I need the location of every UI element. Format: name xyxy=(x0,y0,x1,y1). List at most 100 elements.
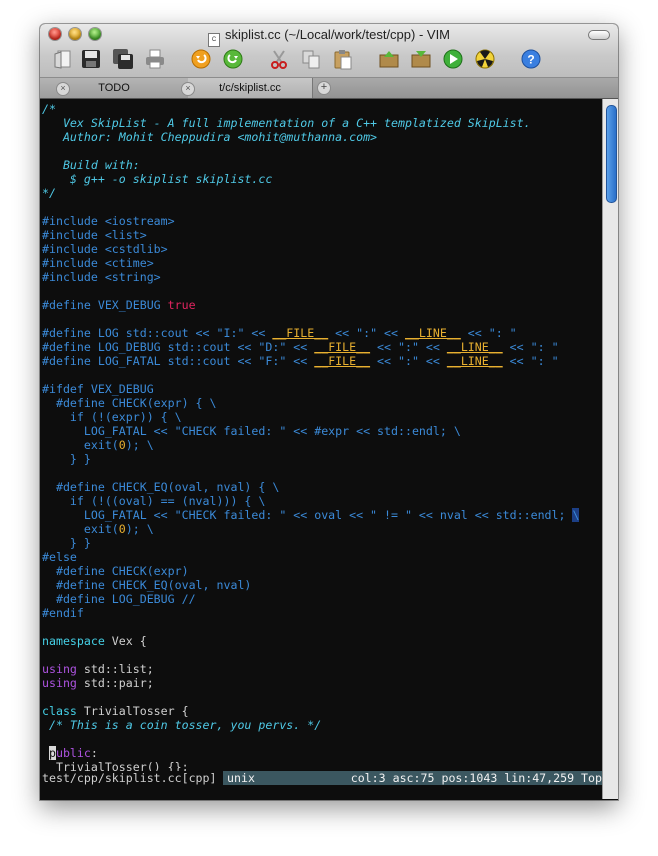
code-token: /* xyxy=(42,102,56,116)
text-cursor: p xyxy=(48,746,56,760)
code-token: << ":" << xyxy=(370,354,447,368)
tab-label: t/c/skiplist.cc xyxy=(219,82,281,94)
code-token: std::list; xyxy=(76,662,154,676)
code-token: << ":" << xyxy=(328,326,405,340)
redo-icon[interactable] xyxy=(222,48,244,70)
code-token: #include <list> xyxy=(42,228,147,242)
vim-window: Cskiplist.cc (~/Local/work/test/cpp) - V… xyxy=(40,24,618,800)
code-line: #define CHECK_EQ(oval, nval) xyxy=(42,578,251,592)
code-line: LOG_FATAL << "CHECK failed: " << oval <<… xyxy=(42,508,580,522)
code-token: #include <ctime> xyxy=(42,256,154,270)
code-line: #endif xyxy=(42,606,84,620)
code-token: LOG_FATAL << "CHECK failed: " << #expr <… xyxy=(42,424,461,438)
code-token: } } xyxy=(42,536,91,550)
code-token: ublic xyxy=(55,746,91,760)
code-token: #define CHECK_EQ(oval, nval) xyxy=(42,578,252,592)
code-token: << ": " xyxy=(502,354,559,368)
code-token: #define VEX_DEBUG xyxy=(42,298,168,312)
code-line: #define CHECK(expr) { \ xyxy=(42,396,217,410)
status-line: test/cpp/skiplist.cc[cpp] unix col:3 asc… xyxy=(40,771,602,785)
code-line: TrivialTosser() {}; xyxy=(42,760,189,771)
scrollbar[interactable] xyxy=(602,99,618,799)
code-token: exit( xyxy=(42,438,119,452)
window-title-text: skiplist.cc (~/Local/work/test/cpp) - VI… xyxy=(224,27,451,42)
code-token: LOG_FATAL << "CHECK failed: " << oval <<… xyxy=(42,508,573,522)
code-line: #define LOG std::cout << "I:" << __FILE_… xyxy=(42,326,517,340)
code-line: #ifdef VEX_DEBUG xyxy=(42,382,154,396)
code-token: << ": " xyxy=(460,326,517,340)
code-line: exit(0); \ xyxy=(42,438,154,452)
code-token: : xyxy=(90,746,98,760)
code-token: std::pair; xyxy=(76,676,154,690)
load-session-icon[interactable] xyxy=(378,48,400,70)
open-icon[interactable] xyxy=(52,48,74,70)
code-token: class xyxy=(42,704,77,718)
code-token: namespace xyxy=(42,634,105,648)
code-line: using std::pair; xyxy=(42,676,154,690)
code-token: true xyxy=(167,298,196,312)
save-all-icon[interactable] xyxy=(112,48,134,70)
close-tab-icon[interactable]: × xyxy=(56,82,70,96)
code-line: Author: Mohit Cheppudira <mohit@muthanna… xyxy=(42,130,377,144)
tab-skiplist[interactable]: × t/c/skiplist.cc xyxy=(181,78,313,98)
code-editor[interactable]: /* Vex SkipList - A full implementation … xyxy=(40,99,602,771)
code-line: Vex SkipList - A full implementation of … xyxy=(42,116,531,130)
build-icon[interactable] xyxy=(474,48,496,70)
code-token: \ xyxy=(572,508,580,522)
code-line: #define VEX_DEBUG true xyxy=(42,298,196,312)
tab-todo[interactable]: × TODO xyxy=(40,78,189,98)
code-token: if (!((oval) == (nval))) { \ xyxy=(42,494,266,508)
code-token: #define LOG_FATAL std::cout << "F:" << xyxy=(42,354,315,368)
help-icon[interactable]: ? xyxy=(520,48,542,70)
code-token: #define LOG_DEBUG std::cout << "D:" << xyxy=(42,340,315,354)
code-token: 0 xyxy=(118,438,126,452)
code-token: } } xyxy=(42,452,91,466)
code-line: } } xyxy=(42,536,91,550)
code-token: exit( xyxy=(42,522,119,536)
code-line: #include <string> xyxy=(42,270,161,284)
code-line: #include <iostream> xyxy=(42,214,175,228)
code-token: << ": " xyxy=(502,340,559,354)
code-line: #define LOG_FATAL std::cout << "F:" << _… xyxy=(42,354,559,368)
code-token: __LINE__ xyxy=(446,340,503,354)
status-fileformat: unix xyxy=(227,771,255,785)
cut-icon[interactable] xyxy=(268,48,290,70)
code-line: #else xyxy=(42,550,77,564)
code-token: __FILE__ xyxy=(272,326,329,340)
code-token: TrivialTosser() {}; xyxy=(42,760,189,771)
code-token: 0 xyxy=(118,522,126,536)
code-token: #include <string> xyxy=(42,270,161,284)
paste-icon[interactable] xyxy=(332,48,354,70)
code-line: using std::list; xyxy=(42,662,154,676)
code-token: $ g++ -o skiplist skiplist.cc xyxy=(42,172,273,186)
code-line: LOG_FATAL << "CHECK failed: " << #expr <… xyxy=(42,424,461,438)
save-icon[interactable] xyxy=(80,48,102,70)
code-token: TrivialTosser { xyxy=(76,704,189,718)
code-line: #include <cstdlib> xyxy=(42,242,168,256)
code-token: Author: Mohit Cheppudira <mohit@muthanna… xyxy=(42,130,378,144)
code-token: #define LOG std::cout << "I:" << xyxy=(42,326,273,340)
undo-icon[interactable] xyxy=(190,48,212,70)
code-token: #define CHECK(expr) xyxy=(42,564,189,578)
status-info-bar: unix col:3 asc:75 pos:1043 lin:47,259 To… xyxy=(223,771,602,785)
close-tab-icon[interactable]: × xyxy=(181,82,195,96)
save-session-icon[interactable] xyxy=(410,48,432,70)
code-token: #define CHECK_EQ(oval, nval) { \ xyxy=(42,480,280,494)
scrollbar-thumb[interactable] xyxy=(606,105,617,203)
code-line: namespace Vex { xyxy=(42,634,147,648)
code-token: /* This is a coin tosser, you pervs. */ xyxy=(42,718,322,732)
code-token: #define LOG_DEBUG // xyxy=(42,592,196,606)
new-tab-icon[interactable]: + xyxy=(317,81,331,95)
code-token: __FILE__ xyxy=(314,354,371,368)
code-line: $ g++ -o skiplist skiplist.cc xyxy=(42,172,272,186)
copy-icon[interactable] xyxy=(300,48,322,70)
toolbar-toggle-button[interactable] xyxy=(588,30,610,40)
code-line: exit(0); \ xyxy=(42,522,154,536)
run-icon[interactable] xyxy=(442,48,464,70)
tab-bar: × TODO × t/c/skiplist.cc + xyxy=(40,78,618,99)
command-line[interactable] xyxy=(40,785,602,800)
print-icon[interactable] xyxy=(144,48,166,70)
code-token: Build with: xyxy=(42,158,140,172)
code-token: ); \ xyxy=(125,522,154,536)
code-token: Vex SkipList - A full implementation of … xyxy=(42,116,531,130)
